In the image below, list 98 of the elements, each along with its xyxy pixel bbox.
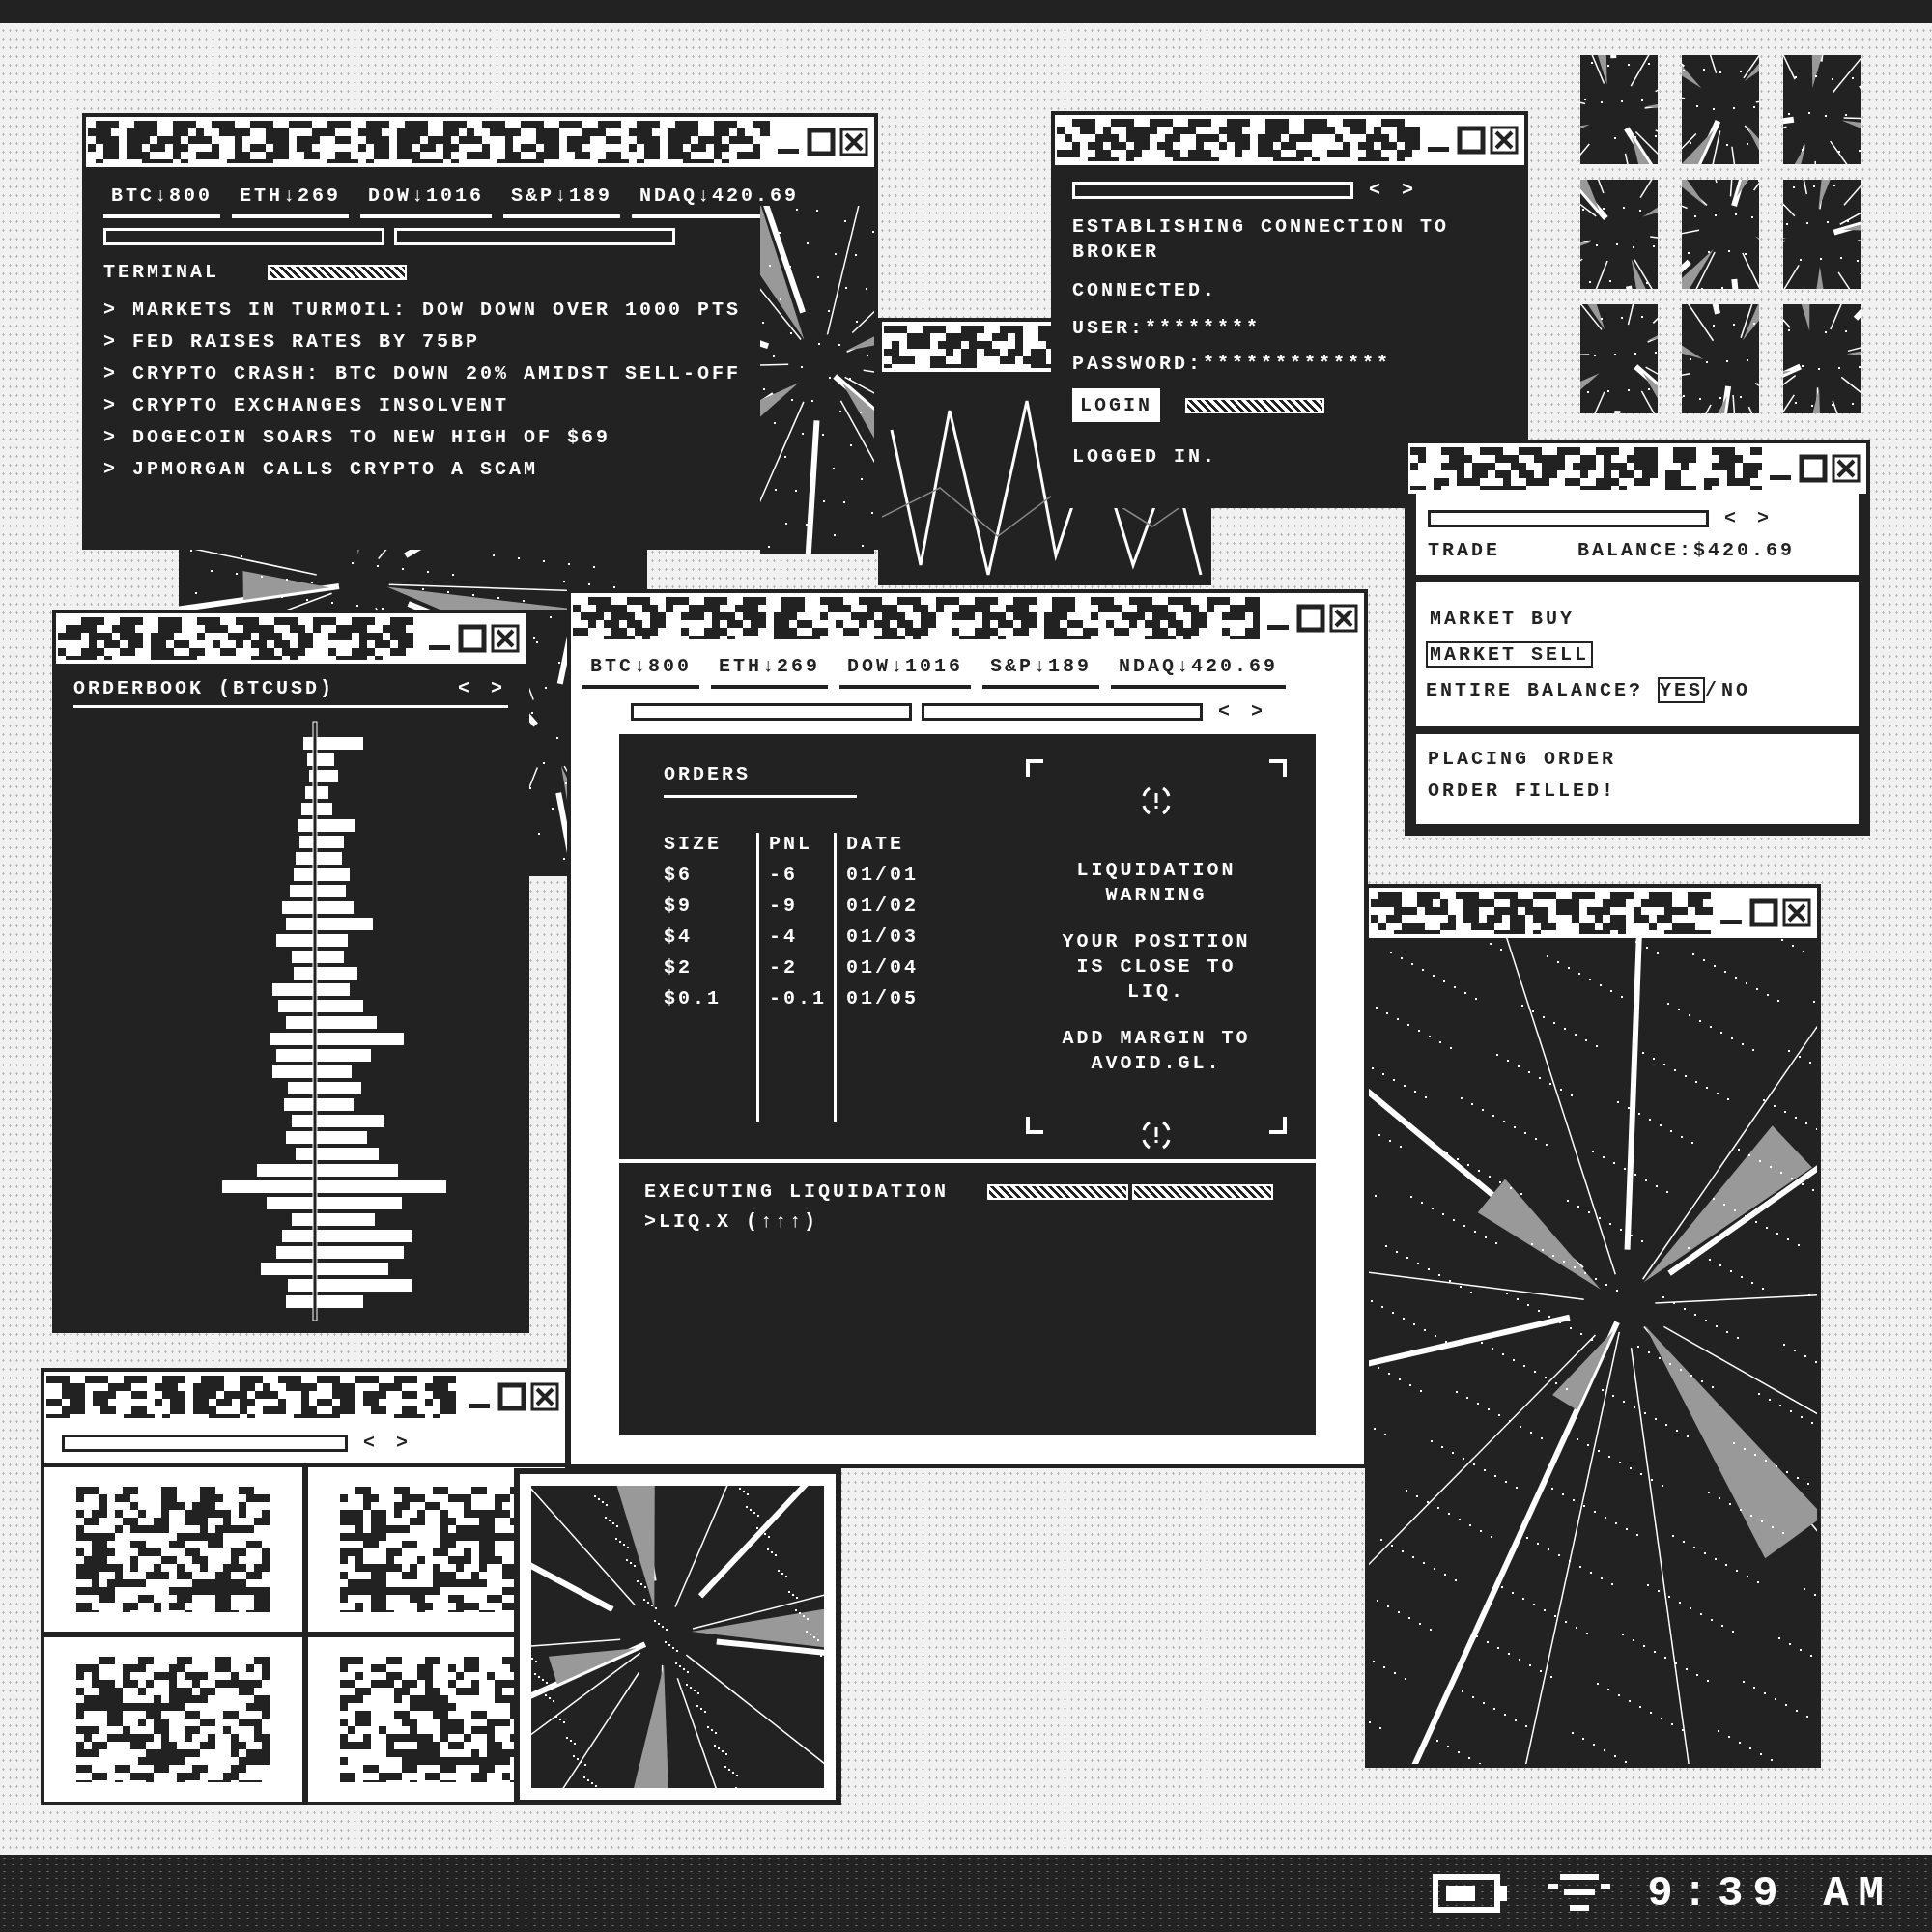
table-cell: -2 (756, 956, 834, 987)
close-icon[interactable] (1329, 604, 1358, 633)
ticker-item: S&P↓189 (982, 651, 1100, 689)
ticker-item: NDAQ↓420.69 (1111, 651, 1287, 689)
back-button[interactable]: < (1212, 700, 1236, 723)
corner-bracket (1269, 759, 1287, 777)
masked-value: ************* (1203, 353, 1392, 375)
warning-message: YOUR POSITION IS CLOSE TO LIQ. (1061, 929, 1252, 1005)
maximize-icon[interactable] (1799, 454, 1828, 483)
table-cell: -4 (756, 925, 834, 956)
console-line: EXECUTING LIQUIDATION (644, 1180, 950, 1203)
depth-bar (294, 967, 357, 980)
choice-option[interactable]: YES (1658, 677, 1706, 703)
table-cell: -0.1 (756, 987, 834, 1018)
table-cell-text: $2 (664, 956, 694, 980)
balance-label: BALANCE:$420.69 (1577, 539, 1796, 561)
address-bar[interactable] (922, 702, 1203, 721)
ticker-item: NDAQ↓420.69 (632, 181, 808, 218)
news-line: > DOGECOIN SOARS TO NEW HIGH OF $69 (103, 426, 612, 448)
corner-bracket (1269, 1117, 1287, 1134)
column-header: DATE (834, 833, 930, 864)
news-line: > MARKETS IN TURMOIL: DOW DOWN OVER 1000 PTS (103, 298, 743, 321)
login-button[interactable]: LOGIN (1072, 388, 1160, 422)
table-cell-text: $4 (664, 925, 694, 950)
status-message: ESTABLISHING CONNECTION TO BROKER (1072, 214, 1451, 265)
table-cell: 01/01 (834, 864, 930, 895)
ticker-item: ETH↓269 (232, 181, 350, 218)
maximize-icon[interactable] (1749, 898, 1778, 927)
ticker-item: ETH↓269 (711, 651, 829, 689)
address-bar[interactable] (1428, 509, 1709, 527)
forward-button[interactable]: > (1751, 507, 1776, 529)
terminal-heading: TERMINAL (103, 261, 219, 283)
choice-option[interactable]: NO (1719, 677, 1753, 703)
confirm-prompt: ENTIRE BALANCE? (1426, 679, 1645, 701)
field-label: USER: (1072, 317, 1145, 339)
masked-value: ******** (1145, 317, 1262, 339)
trade-heading: TRADE (1428, 539, 1500, 561)
order-option[interactable]: MARKET SELL (1426, 641, 1594, 668)
close-icon[interactable] (530, 1382, 559, 1411)
corner-bracket (1026, 759, 1043, 777)
table-cell: 01/04 (834, 956, 930, 987)
column-header: SIZE (664, 833, 723, 857)
depth-bar (303, 737, 363, 750)
alert-icon (1140, 784, 1173, 817)
close-icon[interactable] (1782, 898, 1811, 927)
close-icon[interactable] (839, 128, 868, 156)
log-line: PLACING ORDER (1428, 748, 1618, 770)
table-cell-text: $6 (664, 864, 694, 888)
ticker-item: DOW↓1016 (839, 651, 972, 689)
console-line: >LIQ.X (↑↑↑) (644, 1210, 820, 1233)
alert-icon (1140, 1119, 1173, 1151)
maximize-icon[interactable] (497, 1382, 526, 1411)
table-cell: 01/02 (834, 895, 930, 925)
maximize-icon[interactable] (807, 128, 836, 156)
back-button[interactable]: < (357, 1432, 381, 1454)
corner-bracket (1026, 1117, 1043, 1134)
forward-button[interactable]: > (1396, 179, 1420, 201)
maximize-icon[interactable] (1457, 126, 1486, 155)
separator: / (1705, 679, 1720, 701)
ticker-item: DOW↓1016 (360, 181, 493, 218)
forward-button[interactable]: > (1245, 700, 1269, 723)
orderbook-title: ORDERBOOK (BTCUSD) (73, 677, 335, 699)
ticker-item: BTC↓800 (582, 651, 699, 689)
news-line: > FED RAISES RATES BY 75BP (103, 330, 482, 353)
table-cell: 01/05 (834, 987, 930, 1018)
table-cell: -9 (756, 895, 834, 925)
back-button[interactable]: < (1363, 179, 1386, 201)
column-header: PNL (756, 833, 834, 864)
warning-title: LIQUIDATION WARNING (1075, 858, 1237, 908)
forward-button[interactable]: > (485, 677, 508, 699)
maximize-icon[interactable] (458, 624, 487, 653)
forward-button[interactable]: > (390, 1432, 414, 1454)
order-option[interactable]: MARKET BUY (1426, 606, 1579, 632)
clock: 9:39 AM (1647, 1869, 1893, 1918)
address-bar[interactable] (62, 1434, 348, 1452)
field-label: PASSWORD: (1072, 353, 1204, 375)
news-line: > CRYPTO CRASH: BTC DOWN 20% AMIDST SELL-OFF (103, 362, 743, 384)
back-button[interactable]: < (451, 677, 475, 699)
table-cell-text: $9 (664, 895, 694, 919)
status-message: CONNECTED. (1072, 278, 1219, 303)
news-line: > CRYPTO EXCHANGES INSOLVENT (103, 394, 511, 416)
close-icon[interactable] (491, 624, 520, 653)
log-line: ORDER FILLED! (1428, 780, 1618, 802)
ticker-item: S&P↓189 (503, 181, 621, 218)
close-icon[interactable] (1490, 126, 1519, 155)
ticker-item: BTC↓800 (103, 181, 220, 218)
status-message: LOGGED IN. (1072, 445, 1219, 468)
section-heading: ORDERS (664, 763, 857, 798)
depth-bar (284, 1098, 354, 1111)
warning-message: ADD MARGIN TO AVOID.GL. (1061, 1026, 1252, 1076)
close-icon[interactable] (1832, 454, 1861, 483)
address-bar[interactable] (631, 702, 912, 721)
table-cell: -6 (756, 864, 834, 895)
table-cell: 01/03 (834, 925, 930, 956)
back-button[interactable]: < (1719, 507, 1742, 529)
news-line: > JPMORGAN CALLS CRYPTO A SCAM (103, 458, 540, 480)
table-cell-text: $0.1 (664, 987, 723, 1011)
maximize-icon[interactable] (1296, 604, 1325, 633)
